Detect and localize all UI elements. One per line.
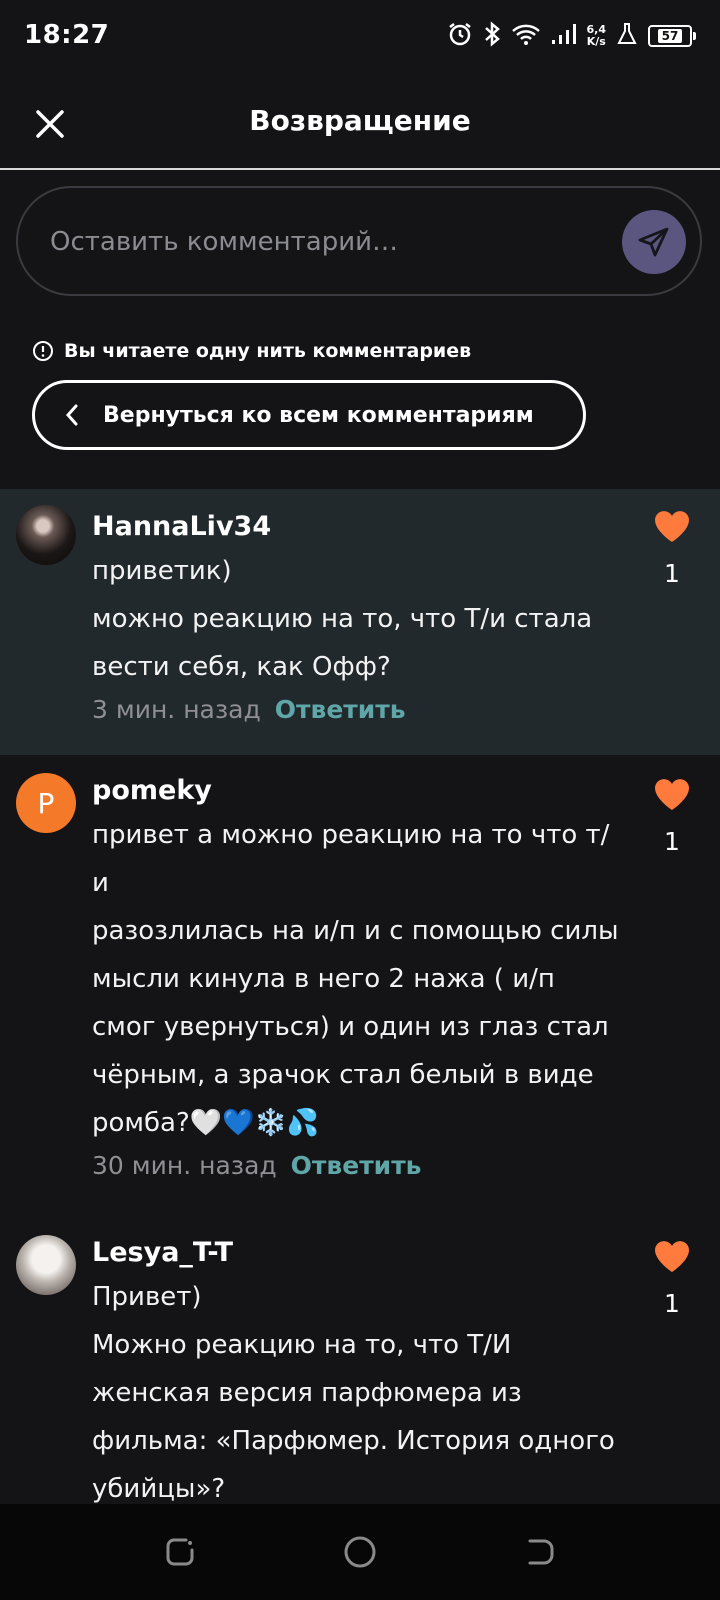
send-icon [638,227,669,257]
home-icon [344,1536,376,1568]
comment-time: 3 мин. назад [92,695,261,724]
comment-box [16,186,702,296]
comment-author[interactable]: HannaLiv34 [92,507,620,547]
battery-icon: 57 [648,25,696,47]
comment-input[interactable] [48,216,612,268]
avatar[interactable]: P [16,773,76,833]
reply-button[interactable]: Ответить [291,1151,422,1180]
back-to-all-comments-button[interactable]: Вернуться ко всем комментариям [32,380,586,450]
home-button[interactable] [340,1532,380,1572]
comment-time: 30 мин. назад [92,1151,277,1180]
thread-notice-text: Вы читаете одну нить комментариев [64,340,472,362]
status-icons: 6,4 K/s 57 [447,20,696,52]
recents-icon [166,1538,194,1566]
recents-button[interactable] [160,1532,200,1572]
comment-text: Привет) Можно реакцию на то, что Т/И жен… [92,1282,615,1504]
comment-text: приветик) можно реакцию на то, что Т/и с… [92,556,593,682]
heart-icon[interactable] [653,509,691,543]
chevron-left-icon [65,403,79,427]
comment-item: P pomeky привет а можно реакцию на то чт… [0,755,720,1225]
like-control: 1 [642,1239,702,1318]
comment-meta: 3 мин. назад Ответить [92,695,620,724]
page-title: Возвращение [249,104,471,137]
network-speed: 6,4 K/s [586,23,607,48]
back-button-label: Вернуться ко всем комментариям [103,402,534,428]
alarm-icon [447,21,473,51]
send-button[interactable] [622,210,686,274]
like-control: 1 [642,509,702,588]
back-button[interactable] [520,1532,560,1572]
battery-level: 57 [657,29,683,43]
like-count: 1 [664,559,680,588]
like-count: 1 [664,1289,680,1318]
comment-text: привет а можно реакцию на то что т/ и ра… [92,820,619,1138]
comment-author[interactable]: Lesya_T-T [92,1233,620,1273]
comment-item: HannaLiv34 приветик) можно реакцию на то… [0,489,720,755]
avatar[interactable] [16,505,76,565]
comment-item: Lesya_T-T Привет) Можно реакцию на то, ч… [0,1225,720,1504]
avatar-letter: P [37,786,55,820]
comment-author[interactable]: pomeky [92,771,620,811]
heart-icon[interactable] [653,777,691,811]
wifi-icon [511,22,541,50]
back-icon [528,1539,554,1565]
signal-icon [551,23,577,49]
like-control: 1 [642,777,702,856]
info-icon [33,341,53,361]
heart-icon[interactable] [653,1239,691,1273]
like-count: 1 [664,827,680,856]
system-nav-bar [0,1504,720,1600]
flask-icon [616,22,638,50]
top-bar: Возвращение [0,84,720,170]
reply-button[interactable]: Ответить [275,695,406,724]
thread-notice: Вы читаете одну нить комментариев [32,340,471,362]
status-bar: 18:27 6,4 K/s 57 [0,0,720,72]
bluetooth-icon [483,21,501,51]
status-time: 18:27 [24,20,110,50]
comment-meta: 30 мин. назад Ответить [92,1151,620,1180]
avatar[interactable] [16,1235,76,1295]
